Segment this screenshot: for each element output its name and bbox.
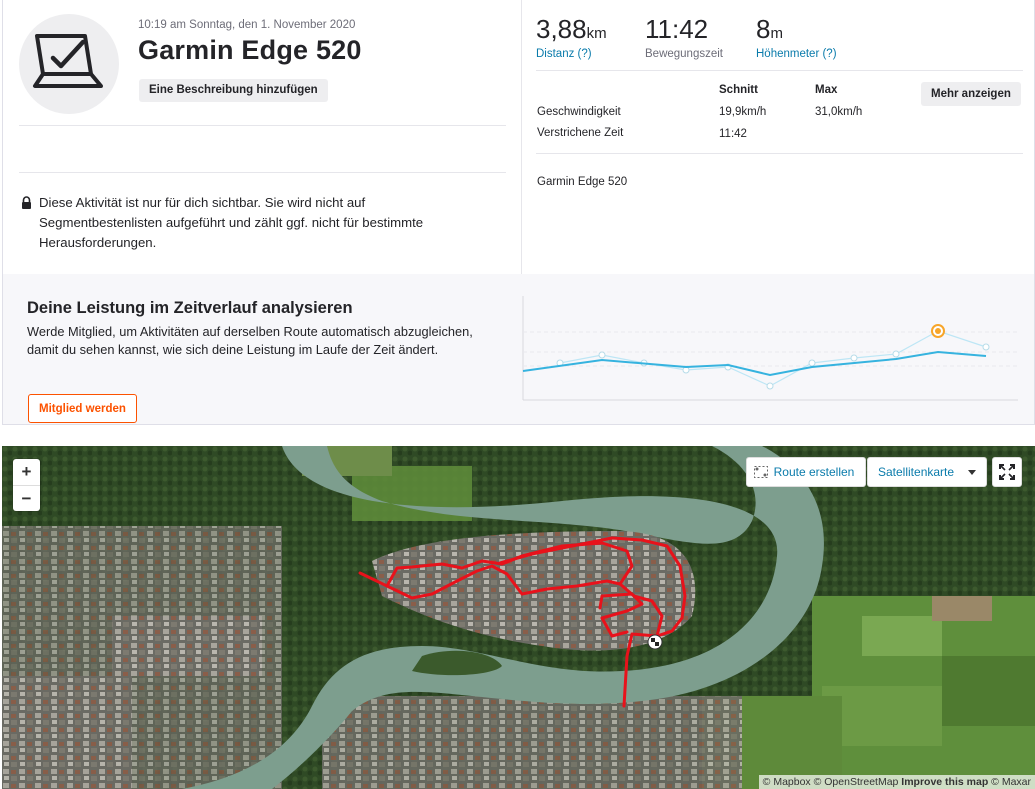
speed-avg: 19,9km/h (719, 106, 767, 118)
activity-title: Garmin Edge 520 (138, 35, 362, 65)
zoom-control: + − (13, 459, 40, 511)
elevation-label-link[interactable]: Höhenmeter (?) (756, 48, 837, 60)
activity-card: 10:19 am Sonntag, den 1. November 2020 G… (2, 0, 1035, 274)
stat-moving-time: 11:42 Bewegungszeit (645, 14, 723, 60)
map-attribution: © Mapbox © OpenStreetMap Improve this ma… (758, 775, 1035, 789)
elapsed-time-avg: 11:42 (719, 128, 747, 140)
performance-text: Werde Mitglied, um Aktivitäten auf derse… (27, 324, 473, 358)
privacy-text: Diese Aktivität ist nur für dich sichtba… (39, 195, 424, 250)
privacy-notice: Diese Aktivität ist nur für dich sichtba… (21, 193, 491, 253)
create-route-label: Route erstellen (773, 465, 855, 479)
performance-trend-graphic (522, 296, 1018, 401)
lock-icon (22, 196, 31, 209)
attribution-maxar: © Maxar (988, 776, 1031, 788)
avg-header: Schnitt (719, 84, 758, 96)
divider (19, 172, 506, 173)
moving-time-value: 11:42 (645, 14, 709, 44)
moving-time-label: Bewegungszeit (645, 48, 723, 60)
improve-map-link[interactable]: Improve this map (901, 776, 988, 788)
finish-flag-icon (647, 634, 663, 650)
divider (536, 153, 1023, 154)
attribution-text: © Mapbox © OpenStreetMap (762, 776, 902, 788)
satellite-map-background (2, 446, 1035, 789)
checklist-laptop-icon (33, 34, 103, 88)
device-name: Garmin Edge 520 (537, 176, 628, 188)
activity-datetime: 10:19 am Sonntag, den 1. November 2020 (138, 19, 356, 31)
speed-max: 31,0km/h (815, 106, 863, 118)
max-header: Max (815, 84, 838, 96)
show-more-button[interactable]: Mehr anzeigen (921, 82, 1021, 106)
performance-title: Deine Leistung im Zeitverlauf analysiere… (27, 299, 353, 317)
distance-value: 3,88 (536, 14, 587, 44)
activity-stats: 3,88km Distanz (?) 11:42 Bewegungszeit 8… (523, 0, 1035, 274)
stat-elevation: 8m Höhenmeter (?) (756, 14, 837, 60)
map-type-dropdown[interactable]: Satellitenkarte (867, 457, 987, 487)
fullscreen-button[interactable] (992, 457, 1022, 487)
become-member-button[interactable]: Mitglied werden (28, 394, 137, 423)
elevation-value: 8 (756, 14, 771, 44)
route-map[interactable]: + − Route erstellen Satellitenkarte © Ma… (2, 446, 1035, 789)
elapsed-time-label: Verstrichene Zeit (537, 127, 624, 139)
distance-unit: km (586, 25, 607, 42)
divider (19, 125, 506, 126)
distance-label-link[interactable]: Distanz (?) (536, 48, 607, 60)
fullscreen-icon (999, 464, 1015, 480)
route-dots-icon (754, 466, 768, 478)
performance-upsell: Deine Leistung im Zeitverlauf analysiere… (2, 274, 1035, 425)
speed-label: Geschwindigkeit (537, 106, 621, 118)
divider (536, 70, 1023, 71)
zoom-in-button[interactable]: + (13, 459, 40, 485)
add-description-button[interactable]: Eine Beschreibung hinzufügen (139, 79, 328, 102)
elevation-unit: m (770, 25, 783, 42)
create-route-button[interactable]: Route erstellen (746, 457, 866, 487)
stat-distance: 3,88km Distanz (?) (536, 14, 607, 60)
device-avatar (19, 14, 119, 114)
map-type-label: Satellitenkarte (878, 465, 955, 479)
caret-down-icon (968, 470, 976, 475)
activity-header: 10:19 am Sonntag, den 1. November 2020 G… (3, 0, 522, 274)
zoom-out-button[interactable]: − (13, 485, 40, 511)
